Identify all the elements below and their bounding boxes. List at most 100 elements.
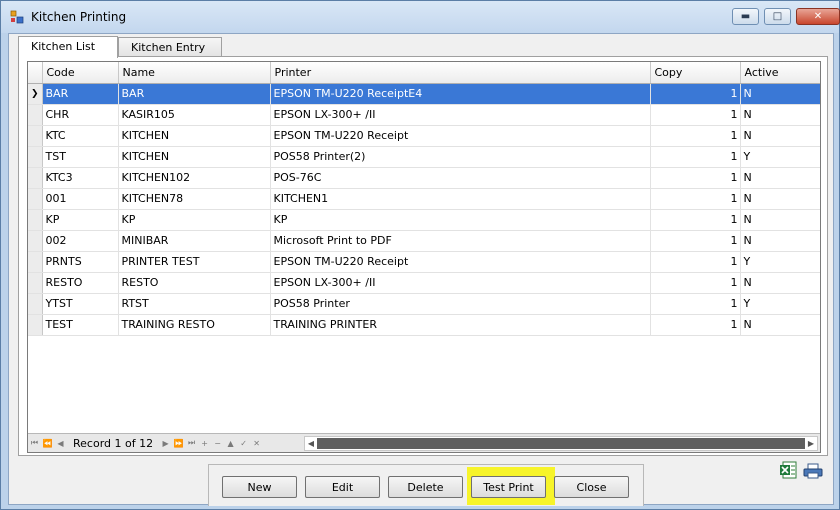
column-header-code[interactable]: Code [42, 62, 119, 84]
cell-printer[interactable]: POS58 Printer [270, 293, 651, 315]
cell-name[interactable]: RESTO [118, 272, 271, 294]
cell-active[interactable]: N [740, 125, 820, 147]
row-indicator[interactable] [28, 188, 43, 210]
cell-code[interactable]: 001 [42, 188, 119, 210]
cell-printer[interactable]: EPSON TM-U220 Receipt [270, 125, 651, 147]
cell-active[interactable]: N [740, 314, 820, 336]
first-page-icon[interactable]: ⏮ [28, 438, 41, 448]
printer-icon[interactable] [803, 463, 823, 479]
cell-copy[interactable]: 1 [650, 125, 741, 147]
table-row[interactable]: KP KP KP 1 N [28, 209, 820, 231]
cell-printer[interactable]: TRAINING PRINTER [270, 314, 651, 336]
table-row[interactable]: RESTO RESTO EPSON LX-300+ /II 1 N [28, 272, 820, 294]
excel-icon[interactable] [779, 461, 797, 479]
column-header-copy[interactable]: Copy [650, 62, 741, 84]
cell-name[interactable]: PRINTER TEST [118, 251, 271, 273]
tab-kitchen-list[interactable]: Kitchen List [18, 36, 118, 58]
cell-printer[interactable]: POS58 Printer(2) [270, 146, 651, 168]
horizontal-scrollbar[interactable]: ◀ ▶ [304, 436, 818, 451]
cell-code[interactable]: YTST [42, 293, 119, 315]
cell-printer[interactable]: EPSON TM-U220 Receipt [270, 251, 651, 273]
cell-active[interactable]: Y [740, 146, 820, 168]
cell-copy[interactable]: 1 [650, 251, 741, 273]
previous-record-icon[interactable]: ◀ [54, 439, 67, 448]
cell-active[interactable]: N [740, 272, 820, 294]
cell-name[interactable]: KITCHEN78 [118, 188, 271, 210]
cell-name[interactable]: KITCHEN [118, 125, 271, 147]
close-button[interactable]: ✕ [796, 8, 840, 25]
cell-copy[interactable]: 1 [650, 209, 741, 231]
table-row[interactable]: PRNTS PRINTER TEST EPSON TM-U220 Receipt 1 Y [28, 251, 820, 273]
next-page-icon[interactable]: ⏩ [172, 439, 185, 448]
cell-active[interactable]: N [740, 83, 820, 105]
cell-code[interactable]: PRNTS [42, 251, 119, 273]
cell-active[interactable]: N [740, 167, 820, 189]
cell-active[interactable]: Y [740, 293, 820, 315]
cell-code[interactable]: RESTO [42, 272, 119, 294]
cell-code[interactable]: 002 [42, 230, 119, 252]
row-indicator[interactable] [28, 167, 43, 189]
row-indicator[interactable] [28, 230, 43, 252]
cell-copy[interactable]: 1 [650, 314, 741, 336]
close-form-button[interactable]: Close [554, 476, 629, 498]
cell-name[interactable]: KITCHEN [118, 146, 271, 168]
column-header-active[interactable]: Active [740, 62, 820, 84]
cell-active[interactable]: N [740, 104, 820, 126]
minimize-button[interactable]: ▬ [732, 8, 759, 25]
cell-code[interactable]: TEST [42, 314, 119, 336]
test-print-button[interactable]: Test Print [471, 476, 546, 498]
cell-code[interactable]: TST [42, 146, 119, 168]
scroll-left-icon[interactable]: ◀ [305, 437, 317, 450]
table-row[interactable]: YTST RTST POS58 Printer 1 Y [28, 293, 820, 315]
row-indicator[interactable] [28, 314, 43, 336]
post-edit-icon[interactable]: ✓ [237, 439, 250, 448]
cell-active[interactable]: Y [740, 251, 820, 273]
delete-button[interactable]: Delete [388, 476, 463, 498]
table-row[interactable]: TEST TRAINING RESTO TRAINING PRINTER 1 N [28, 314, 820, 336]
cell-copy[interactable]: 1 [650, 188, 741, 210]
cell-name[interactable]: KITCHEN102 [118, 167, 271, 189]
cell-name[interactable]: KASIR105 [118, 104, 271, 126]
last-page-icon[interactable]: ⏭ [185, 438, 198, 448]
edit-button[interactable]: Edit [305, 476, 380, 498]
table-row[interactable]: KTC3 KITCHEN102 POS-76C 1 N [28, 167, 820, 189]
cell-printer[interactable]: KP [270, 209, 651, 231]
cell-name[interactable]: MINIBAR [118, 230, 271, 252]
cell-name[interactable]: KP [118, 209, 271, 231]
next-record-icon[interactable]: ▶ [159, 439, 172, 448]
cell-code[interactable]: KTC3 [42, 167, 119, 189]
cell-printer[interactable]: EPSON LX-300+ /II [270, 272, 651, 294]
cell-printer[interactable]: Microsoft Print to PDF [270, 230, 651, 252]
table-row[interactable]: 001 KITCHEN78 KITCHEN1 1 N [28, 188, 820, 210]
table-row[interactable]: 002 MINIBAR Microsoft Print to PDF 1 N [28, 230, 820, 252]
previous-page-icon[interactable]: ⏪ [41, 439, 54, 448]
row-indicator[interactable] [28, 272, 43, 294]
cell-copy[interactable]: 1 [650, 83, 741, 105]
scroll-right-icon[interactable]: ▶ [805, 437, 817, 450]
cell-copy[interactable]: 1 [650, 167, 741, 189]
column-header-printer[interactable]: Printer [270, 62, 651, 84]
tab-kitchen-entry[interactable]: Kitchen Entry [118, 37, 222, 58]
cancel-edit-icon[interactable]: ✕ [250, 439, 263, 448]
cell-printer[interactable]: EPSON TM-U220 ReceiptE4 [270, 83, 651, 105]
cell-code[interactable]: BAR [42, 83, 119, 105]
row-indicator[interactable] [28, 146, 43, 168]
cell-copy[interactable]: 1 [650, 146, 741, 168]
new-button[interactable]: New [222, 476, 297, 498]
title-bar[interactable]: Kitchen Printing ▬ □ ✕ [1, 1, 840, 33]
cell-name[interactable]: BAR [118, 83, 271, 105]
row-indicator[interactable] [28, 125, 43, 147]
cell-active[interactable]: N [740, 188, 820, 210]
cell-code[interactable]: CHR [42, 104, 119, 126]
remove-icon[interactable]: − [211, 439, 224, 448]
edit-icon[interactable]: ▲ [224, 439, 237, 448]
scrollbar-thumb[interactable] [317, 438, 805, 449]
cell-printer[interactable]: EPSON LX-300+ /II [270, 104, 651, 126]
cell-copy[interactable]: 1 [650, 230, 741, 252]
row-indicator[interactable] [28, 293, 43, 315]
table-row[interactable]: ❯ BAR BAR EPSON TM-U220 ReceiptE4 1 N [28, 83, 820, 105]
cell-copy[interactable]: 1 [650, 272, 741, 294]
cell-printer[interactable]: KITCHEN1 [270, 188, 651, 210]
cell-name[interactable]: RTST [118, 293, 271, 315]
cell-active[interactable]: N [740, 209, 820, 231]
